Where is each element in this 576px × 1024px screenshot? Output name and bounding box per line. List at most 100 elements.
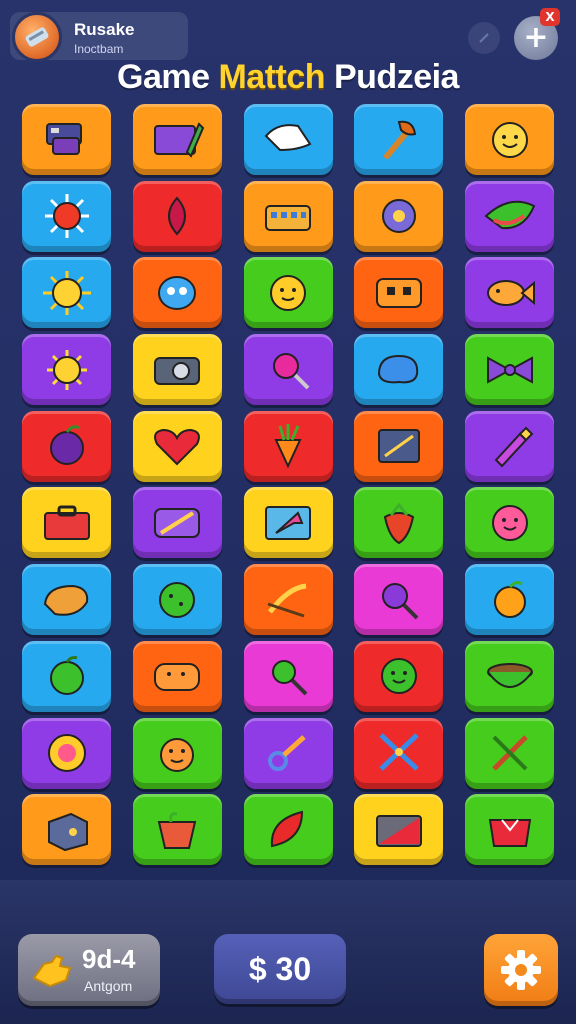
green-lollipop-icon: [272, 660, 308, 696]
tile-gear[interactable]: [354, 180, 444, 252]
tile-flower-pot[interactable]: [132, 794, 222, 866]
tile-melon-slice[interactable]: [465, 180, 554, 252]
basket-icon: [265, 205, 311, 232]
yellow-face-icon: [270, 274, 306, 311]
tile-lollipop[interactable]: [243, 334, 333, 406]
scroll-icon: [25, 27, 49, 47]
tile-bow-arrow[interactable]: [243, 564, 333, 636]
game-title: Game Mattch Pudzeia: [0, 58, 576, 97]
title-word-2: Mattch: [218, 58, 326, 96]
tile-cube[interactable]: [22, 794, 111, 866]
tile-green-cookie[interactable]: [132, 564, 222, 636]
tile-red-sun[interactable]: [22, 180, 111, 252]
apple-icon: [49, 656, 84, 696]
tablet-arrow-icon: [265, 505, 311, 540]
bread-icon: [43, 584, 88, 616]
coins-button[interactable]: 9d-4 Antgom: [18, 934, 160, 1006]
tile-robot-face[interactable]: [354, 257, 444, 329]
envelope-icon: [375, 814, 422, 847]
tile-plum[interactable]: [22, 410, 111, 482]
title-word-1: Game: [117, 58, 210, 96]
tile-key[interactable]: [243, 717, 333, 789]
tile-basket[interactable]: [243, 180, 333, 252]
tile-bread[interactable]: [22, 564, 111, 636]
blue-blob-icon: [377, 354, 418, 383]
settings-button[interactable]: [484, 934, 558, 1006]
gadget-icon: [45, 122, 82, 155]
profile-card[interactable]: Rusake Inoctbam: [10, 12, 188, 62]
tile-apple[interactable]: [22, 640, 111, 712]
tile-sun[interactable]: [22, 334, 111, 406]
tile-orange[interactable]: [465, 564, 554, 636]
pencil-case-icon: [154, 507, 201, 538]
camera-icon: [154, 356, 201, 385]
tile-sun-face[interactable]: [22, 257, 111, 329]
tile-green-face[interactable]: [354, 640, 444, 712]
close-badge[interactable]: X: [540, 8, 560, 26]
avatar[interactable]: [12, 12, 62, 62]
tile-heart[interactable]: [132, 410, 222, 482]
tile-bowl[interactable]: [465, 640, 554, 712]
slash-icon: [479, 33, 489, 43]
blue-creature-icon: [158, 275, 197, 310]
tile-envelope[interactable]: [354, 794, 444, 866]
toolbox-icon: [43, 505, 90, 540]
tile-red-basket[interactable]: [465, 794, 554, 866]
tile-tablet[interactable]: [354, 410, 444, 482]
tile-lipstick[interactable]: [465, 410, 554, 482]
tile-orange-face[interactable]: [132, 640, 222, 712]
tile-gadget[interactable]: [22, 104, 111, 175]
coins-value: 9d-4: [82, 944, 136, 974]
coins-label: Antgom: [84, 978, 133, 994]
gear-icon: [381, 199, 416, 234]
tile-purple-lollipop[interactable]: [354, 564, 444, 636]
tile-monkey-face[interactable]: [132, 717, 222, 789]
tile-grid: [22, 104, 554, 866]
heart-icon: [154, 429, 201, 466]
tile-blue-blob[interactable]: [354, 334, 444, 406]
tile-toolbox[interactable]: [22, 487, 111, 559]
green-face-icon: [380, 658, 417, 695]
tile-green-lollipop[interactable]: [243, 640, 333, 712]
strawberry-icon: [383, 502, 414, 545]
tile-strawberry[interactable]: [354, 487, 444, 559]
tile-fish[interactable]: [465, 257, 554, 329]
gift-box-icon: [154, 121, 205, 158]
tile-cloth[interactable]: [243, 104, 333, 175]
flower-pot-icon: [157, 811, 197, 849]
pencil-button[interactable]: [468, 22, 500, 54]
robot-face-icon: [375, 277, 422, 308]
berry-icon: [168, 196, 187, 236]
profile-name: Rusake: [74, 20, 135, 39]
melon-slice-icon: [483, 200, 535, 230]
pink-face-icon: [491, 504, 528, 541]
gear-icon: [501, 950, 541, 990]
tile-axe[interactable]: [354, 104, 444, 175]
tile-sun-badge[interactable]: [22, 717, 111, 789]
orange-face-icon: [154, 663, 201, 692]
tile-pencil-case[interactable]: [132, 487, 222, 559]
leaf-icon: [270, 810, 304, 847]
tile-pink-face[interactable]: [465, 487, 554, 559]
tile-gift-box[interactable]: [132, 104, 222, 175]
key-icon: [268, 735, 306, 771]
money-button[interactable]: $ 30: [214, 934, 346, 1004]
tile-blue-creature[interactable]: [132, 257, 222, 329]
crossed-tools-icon: [491, 735, 528, 771]
orange-icon: [493, 580, 526, 618]
tile-leaf[interactable]: [243, 794, 333, 866]
tile-crossed-tools[interactable]: [465, 717, 554, 789]
tile-yellow-face[interactable]: [243, 257, 333, 329]
smiley-face-icon: [491, 121, 528, 158]
sun-icon: [46, 349, 87, 390]
tile-tablet-arrow[interactable]: [243, 487, 333, 559]
red-sun-icon: [44, 194, 89, 239]
bowl-icon: [486, 663, 533, 689]
tile-berry[interactable]: [132, 180, 222, 252]
tile-bow[interactable]: [465, 334, 554, 406]
tile-carrot[interactable]: [243, 410, 333, 482]
cube-icon: [47, 812, 88, 851]
tile-crossed-swords[interactable]: [354, 717, 444, 789]
tile-camera[interactable]: [132, 334, 222, 406]
tile-smiley-face[interactable]: [465, 104, 554, 175]
